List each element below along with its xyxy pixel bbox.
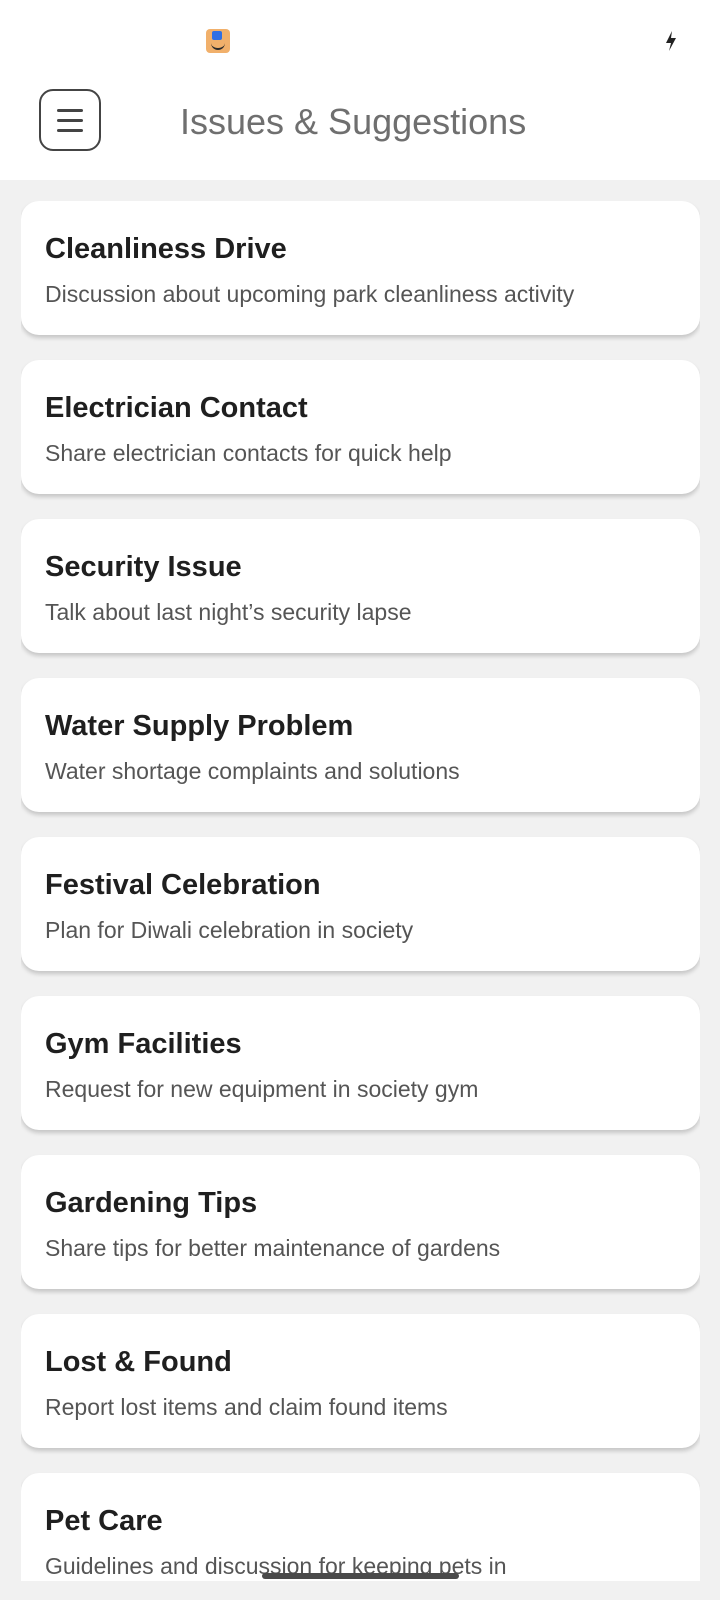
topic-card-festival-celebration[interactable]: Festival Celebration Plan for Diwali cel… xyxy=(21,837,700,971)
topic-title: Gym Facilities xyxy=(45,1028,242,1060)
topic-title: Lost & Found xyxy=(45,1346,232,1378)
topic-card-pet-care[interactable]: Pet Care Guidelines and discussion for k… xyxy=(21,1473,700,1581)
topics-list[interactable]: Cleanliness Drive Discussion about upcom… xyxy=(21,201,700,1581)
topic-title: Water Supply Problem xyxy=(45,710,354,742)
menu-line-top xyxy=(57,109,83,112)
topic-card-lost-and-found[interactable]: Lost & Found Report lost items and claim… xyxy=(21,1314,700,1448)
amazon-app-icon-accent xyxy=(212,31,222,40)
app-bar: Issues & Suggestions xyxy=(0,80,720,180)
topic-description: Discussion about upcoming park cleanline… xyxy=(45,281,575,307)
amazon-app-icon-smile xyxy=(211,41,225,50)
topic-card-gardening-tips[interactable]: Gardening Tips Share tips for better mai… xyxy=(21,1155,700,1289)
topic-description: Share electrician contacts for quick hel… xyxy=(45,440,452,466)
topic-card-water-supply-problem[interactable]: Water Supply Problem Water shortage comp… xyxy=(21,678,700,812)
topic-description: Water shortage complaints and solutions xyxy=(45,758,460,784)
charging-bolt-icon xyxy=(666,31,676,51)
top-area: Issues & Suggestions xyxy=(0,0,720,180)
topic-title: Festival Celebration xyxy=(45,869,321,901)
topic-description: Request for new equipment in society gym xyxy=(45,1076,479,1102)
topic-title: Pet Care xyxy=(45,1505,163,1537)
topic-description: Report lost items and claim found items xyxy=(45,1394,448,1420)
amazon-app-icon xyxy=(206,29,230,53)
topic-title: Electrician Contact xyxy=(45,392,308,424)
topic-description: Share tips for better maintenance of gar… xyxy=(45,1235,501,1261)
topic-title: Security Issue xyxy=(45,551,242,583)
menu-line-bottom xyxy=(57,129,83,132)
home-gesture-indicator[interactable] xyxy=(262,1573,459,1579)
status-bar xyxy=(0,0,720,80)
page-title: Issues & Suggestions xyxy=(180,101,527,142)
topic-title: Gardening Tips xyxy=(45,1187,258,1219)
topic-card-gym-facilities[interactable]: Gym Facilities Request for new equipment… xyxy=(21,996,700,1130)
topic-card-electrician-contact[interactable]: Electrician Contact Share electrician co… xyxy=(21,360,700,494)
topic-card-security-issue[interactable]: Security Issue Talk about last night’s s… xyxy=(21,519,700,653)
topic-title: Cleanliness Drive xyxy=(45,233,287,265)
topic-description: Plan for Diwali celebration in society xyxy=(45,917,414,943)
hamburger-menu-icon[interactable] xyxy=(39,89,101,151)
topic-card-cleanliness-drive[interactable]: Cleanliness Drive Discussion about upcom… xyxy=(21,201,700,335)
topic-description: Talk about last night’s security lapse xyxy=(45,599,412,625)
menu-line-middle xyxy=(57,119,83,122)
